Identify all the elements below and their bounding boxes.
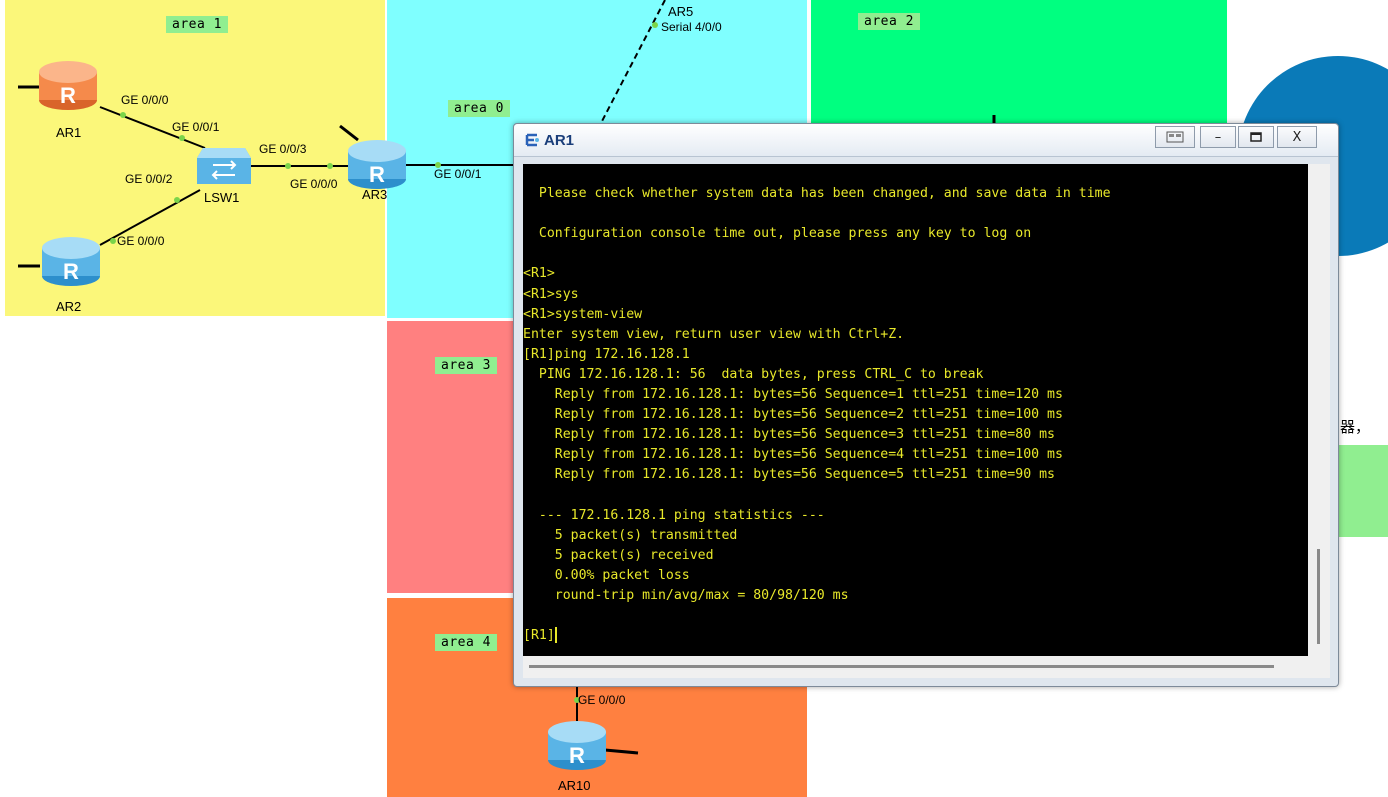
router-ar3-icon[interactable]: R: [346, 135, 408, 191]
vertical-scroll-thumb[interactable]: [1317, 549, 1320, 644]
svg-text:R: R: [569, 743, 585, 768]
if-lsw1-ge001: GE 0/0/1: [172, 120, 220, 134]
ar2-label: AR2: [56, 299, 82, 314]
if-ar5-serial: Serial 4/0/0: [661, 20, 722, 34]
terminal-line: [R1]ping 172.16.128.1: [523, 346, 690, 362]
if-ar3-ge001: GE 0/0/1: [434, 167, 482, 181]
area-0-label: area 0: [448, 100, 510, 117]
terminal-line: Reply from 172.16.128.1: bytes=56 Sequen…: [523, 387, 1063, 403]
terminal-line: <R1>: [523, 266, 555, 282]
area-2-label: area 2: [858, 13, 920, 30]
area-1-label: area 1: [166, 16, 228, 33]
terminal-line: 0.00% packet loss: [523, 567, 690, 583]
ar10-label: AR10: [558, 778, 591, 793]
if-ar10-ge000: GE 0/0/0: [578, 693, 626, 707]
area-3-label: area 3: [435, 357, 497, 374]
if-lsw1-ge003: GE 0/0/3: [259, 142, 307, 156]
horizontal-scroll-thumb[interactable]: [529, 665, 1274, 668]
if-ar3-ge000: GE 0/0/0: [290, 177, 338, 191]
terminal-line: Enter system view, return user view with…: [523, 326, 905, 342]
terminal-line: <R1>sys: [523, 286, 579, 302]
terminal-line: [R1]: [523, 627, 557, 644]
restore-layout-button[interactable]: [1155, 126, 1195, 148]
terminal-line: Please check whether system data has bee…: [523, 186, 1111, 202]
if-ar2-ge000: GE 0/0/0: [117, 234, 165, 248]
terminal-line: 5 packet(s) transmitted: [523, 527, 738, 543]
svg-text:R: R: [60, 83, 76, 108]
vertical-scrollbar[interactable]: [1308, 164, 1330, 656]
terminal-line: Reply from 172.16.128.1: bytes=56 Sequen…: [523, 467, 1055, 483]
if-ar1-ge000: GE 0/0/0: [121, 93, 169, 107]
terminal-line: 5 packet(s) received: [523, 547, 714, 563]
terminal-app-icon: [525, 133, 539, 147]
router-ar10-icon[interactable]: R: [546, 716, 608, 772]
side-glyph: 器，: [1340, 418, 1371, 436]
switch-lsw1-icon[interactable]: [195, 138, 253, 190]
terminal-line: PING 172.16.128.1: 56 data bytes, press …: [523, 366, 984, 382]
close-button[interactable]: X: [1277, 126, 1317, 148]
terminal-line: Reply from 172.16.128.1: bytes=56 Sequen…: [523, 447, 1063, 463]
terminal-line: Configuration console time out, please p…: [523, 226, 1032, 242]
area-4-label: area 4: [435, 634, 497, 651]
terminal-line: Reply from 172.16.128.1: bytes=56 Sequen…: [523, 407, 1063, 423]
side-green-box: [1337, 445, 1388, 537]
minimize-button[interactable]: –: [1200, 126, 1236, 148]
close-icon: X: [1292, 129, 1302, 145]
layout-icon: [1166, 131, 1184, 143]
ar5-label: AR5: [668, 4, 694, 19]
terminal-output: Please check whether system data has bee…: [523, 164, 1308, 646]
terminal-title: AR1: [544, 132, 575, 149]
terminal-line: Reply from 172.16.128.1: bytes=56 Sequen…: [523, 427, 1055, 443]
minimize-icon: –: [1214, 129, 1222, 145]
lsw1-label: LSW1: [204, 190, 240, 205]
horizontal-scrollbar[interactable]: [523, 656, 1330, 678]
if-lsw1-ge002: GE 0/0/2: [125, 172, 173, 186]
terminal-screen[interactable]: Please check whether system data has bee…: [523, 164, 1308, 656]
terminal-line: --- 172.16.128.1 ping statistics ---: [523, 507, 825, 523]
terminal-line: round-trip min/avg/max = 80/98/120 ms: [523, 587, 849, 603]
maximize-button[interactable]: [1238, 126, 1274, 148]
terminal-titlebar[interactable]: AR1 – X: [514, 124, 1338, 157]
maximize-icon: [1250, 132, 1262, 142]
terminal-window[interactable]: AR1 – X Please check whether system data…: [513, 123, 1339, 687]
svg-text:R: R: [369, 162, 385, 187]
terminal-line: <R1>system-view: [523, 306, 643, 322]
router-ar2-icon[interactable]: R: [40, 232, 102, 288]
router-ar1-icon[interactable]: R: [37, 56, 99, 112]
text-cursor: [554, 627, 557, 644]
ar3-label: AR3: [362, 187, 388, 202]
ar1-label: AR1: [56, 125, 82, 140]
svg-text:R: R: [63, 259, 79, 284]
